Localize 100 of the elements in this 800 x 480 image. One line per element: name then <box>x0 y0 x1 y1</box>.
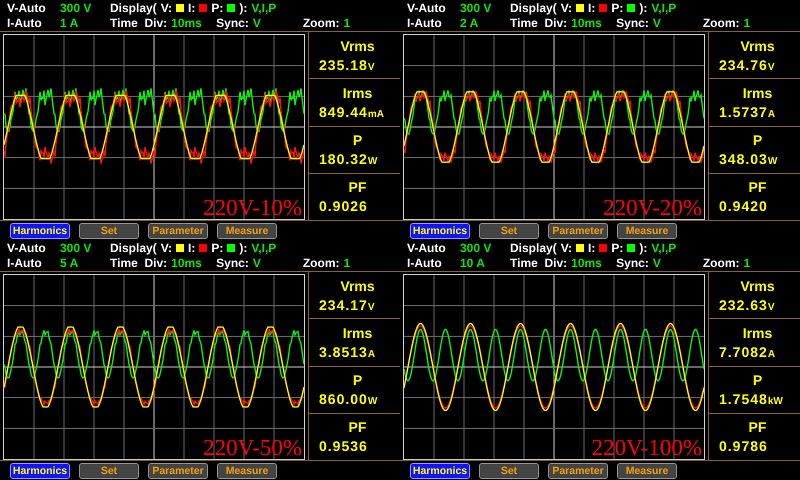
zoom-value: 1 <box>743 16 750 30</box>
sync-value: V <box>252 16 262 30</box>
reading-label: PF <box>748 179 766 196</box>
reading-value: 235.18V <box>319 56 376 73</box>
reading-label: Vrms <box>740 38 775 54</box>
menu-button[interactable]: Measure <box>617 462 677 478</box>
current-range-value: 1 A <box>60 16 80 30</box>
reading-value: 234.17V <box>319 296 376 313</box>
zoom-value: 1 <box>343 16 350 30</box>
voltage-range-mode: V-Auto <box>407 1 447 15</box>
sync-value: V <box>652 16 662 30</box>
menu-button[interactable]: Harmonics <box>410 462 470 478</box>
waveform-caption: 220V-50% <box>203 436 302 459</box>
reading-value: 0.9536 <box>319 438 369 454</box>
menu-button[interactable]: Set <box>79 462 139 478</box>
voltage-range-value: 300 V <box>60 241 92 255</box>
reading-label: Irms <box>342 324 372 341</box>
sync-label: Sync: <box>216 256 249 270</box>
channel-label: I: <box>588 241 596 255</box>
voltage-range-mode: V-Auto <box>7 241 47 255</box>
voltage-range-mode: V-Auto <box>407 241 447 255</box>
reading-label: PF <box>348 179 366 196</box>
reading-value: 0.9786 <box>719 438 769 454</box>
reading-label: Irms <box>342 84 372 101</box>
channel-label: I: <box>188 241 196 255</box>
menu-button[interactable]: Harmonics <box>10 222 70 238</box>
voltage-range-value: 300 V <box>60 1 92 15</box>
display-label: Display( <box>510 241 557 255</box>
voltage-range-value: 300 V <box>460 241 492 255</box>
current-range-mode: I-Auto <box>407 256 443 270</box>
reading-value: 3.8513A <box>319 344 376 360</box>
channel-label: I: <box>588 1 596 15</box>
reading-value: 7.7082A <box>719 344 776 360</box>
channel-label: V: <box>560 1 572 15</box>
reading-value: 232.63V <box>719 296 776 313</box>
time-div-value: 10ms <box>571 16 603 30</box>
menu-button[interactable]: Harmonics <box>10 462 70 478</box>
menu-button[interactable]: Parameter <box>548 462 608 478</box>
menu-button[interactable]: Measure <box>217 222 277 238</box>
menu-button[interactable]: Parameter <box>148 222 208 238</box>
channel-label: P: <box>611 241 624 255</box>
sync-value: V <box>652 256 662 270</box>
time-div-label: Time Div: <box>510 16 568 30</box>
menu-button[interactable]: Set <box>479 222 539 238</box>
reading-label: P <box>352 132 362 148</box>
menu-button[interactable]: Set <box>79 222 139 238</box>
reading-value: 348.03W <box>719 151 778 168</box>
reading-value: 849.44mA <box>319 104 385 120</box>
reading-label: P <box>352 372 362 388</box>
time-div-label: Time Div: <box>110 16 168 30</box>
reading-label: Vrms <box>740 278 775 294</box>
menu-button[interactable]: Measure <box>217 462 277 478</box>
zoom-label: Zoom: <box>302 16 340 30</box>
menu-button[interactable]: Harmonics <box>410 222 470 238</box>
time-div-label: Time Div: <box>510 256 568 270</box>
zoom-value: 1 <box>343 256 350 270</box>
current-range-mode: I-Auto <box>7 16 43 30</box>
sync-label: Sync: <box>616 256 649 270</box>
current-range-mode: I-Auto <box>7 256 43 270</box>
menu-button[interactable]: Parameter <box>548 222 608 238</box>
menu-button[interactable]: Parameter <box>148 462 208 478</box>
time-div-value: 10ms <box>171 256 203 270</box>
reading-label: P <box>752 132 762 148</box>
voltage-range-mode: V-Auto <box>7 1 47 15</box>
reading-value: 860.00W <box>319 391 378 408</box>
channel-label: P: <box>211 1 224 15</box>
current-range-value: 5 A <box>60 256 80 270</box>
reading-value: 1.7548kW <box>719 391 784 408</box>
reading-label: P <box>752 372 762 388</box>
menu-button[interactable]: Measure <box>617 222 677 238</box>
waveform-caption: 220V-10% <box>203 196 302 219</box>
sync-label: Sync: <box>216 16 249 30</box>
sync-value: V <box>252 256 262 270</box>
display-label: ): <box>239 1 248 15</box>
sync-label: Sync: <box>616 16 649 30</box>
current-range-value: 10 A <box>460 256 486 270</box>
time-div-value: 10ms <box>571 256 603 270</box>
display-label: ): <box>639 1 648 15</box>
time-div-label: Time Div: <box>110 256 168 270</box>
display-label: Display( <box>110 241 157 255</box>
menu-button[interactable]: Set <box>479 462 539 478</box>
zoom-value: 1 <box>743 256 750 270</box>
zoom-label: Zoom: <box>302 256 340 270</box>
reading-label: Vrms <box>340 278 375 294</box>
display-label: Display( <box>110 1 157 15</box>
waveform-caption: 220V-20% <box>603 196 702 219</box>
channel-label: V: <box>560 241 572 255</box>
reading-value: 234.76V <box>719 56 776 73</box>
time-div-value: 10ms <box>171 16 203 30</box>
display-value: V,I,P <box>251 1 276 15</box>
channel-label: V: <box>160 241 172 255</box>
reading-value: 0.9420 <box>719 198 769 214</box>
channel-label: I: <box>188 1 196 15</box>
current-range-value: 2 A <box>460 16 480 30</box>
waveform-caption: 220V-100% <box>592 436 702 459</box>
zoom-label: Zoom: <box>702 16 740 30</box>
zoom-label: Zoom: <box>702 256 740 270</box>
reading-value: 0.9026 <box>319 198 369 214</box>
display-value: V,I,P <box>251 241 276 255</box>
reading-label: PF <box>348 419 366 436</box>
